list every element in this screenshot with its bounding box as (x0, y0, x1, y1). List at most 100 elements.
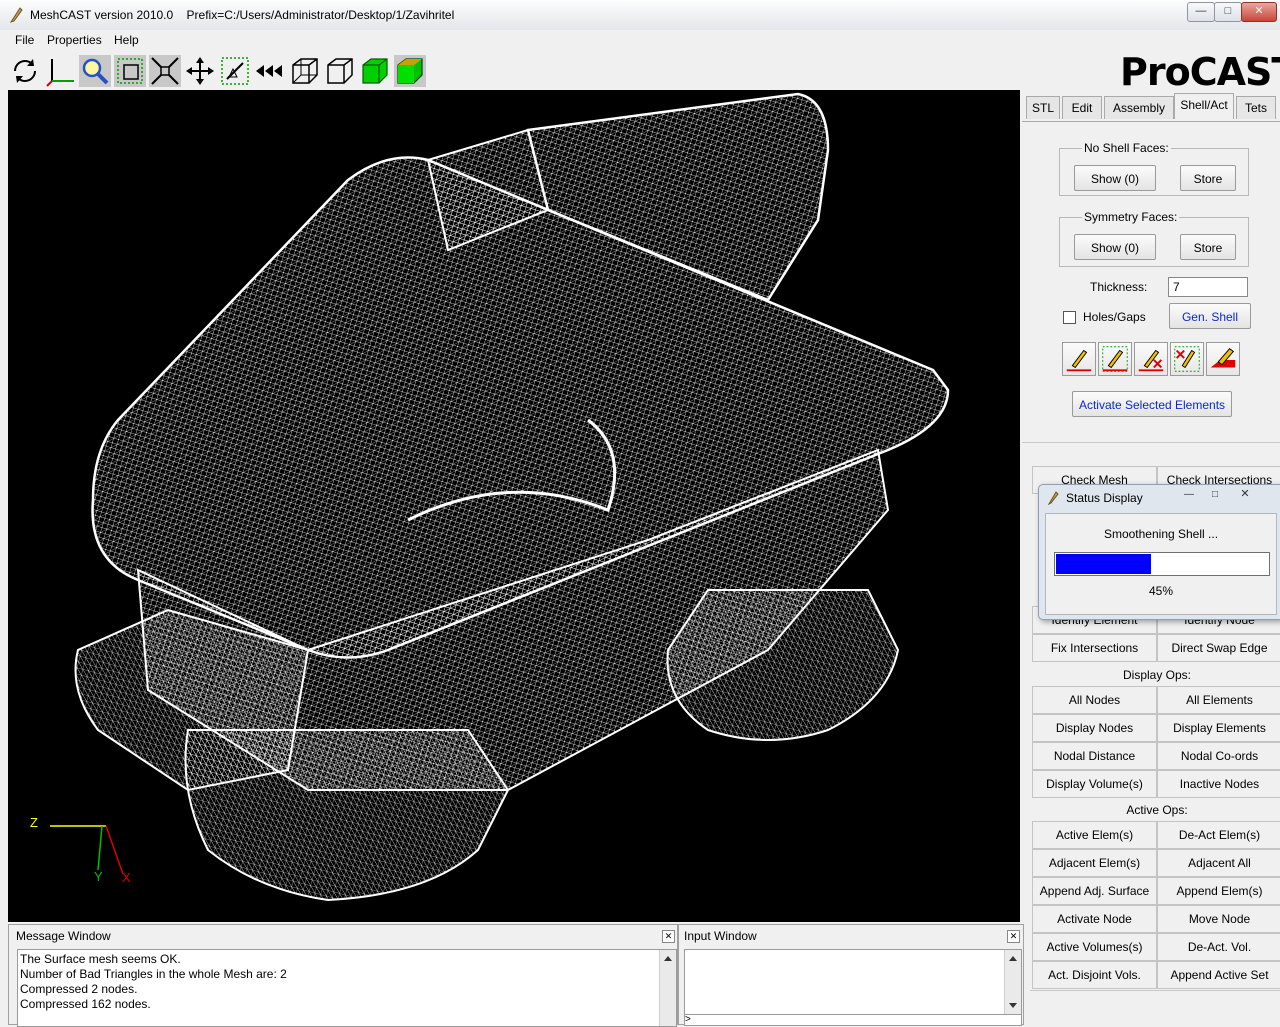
menu-help[interactable]: Help (114, 33, 139, 47)
title-bar: MeshCAST version 2010.0 Prefix=C:/Users/… (0, 0, 1280, 31)
tab-assembly[interactable]: Assembly (1104, 96, 1174, 119)
activate-node-button[interactable]: Activate Node (1032, 905, 1157, 933)
3d-viewport[interactable]: Z Y X (8, 90, 1020, 922)
thickness-input[interactable]: 7 (1168, 277, 1248, 297)
deact-vol-button[interactable]: De-Act. Vol. (1157, 933, 1280, 961)
message-log: The Surface mesh seems OK. Number of Bad… (17, 949, 677, 1027)
pan-icon[interactable] (184, 55, 216, 87)
hidden-box-icon[interactable] (324, 55, 356, 87)
scroll-up-icon[interactable] (1008, 954, 1018, 962)
holes-gaps-label: Holes/Gaps (1083, 310, 1146, 324)
nodal-distance-button[interactable]: Nodal Distance (1032, 742, 1157, 770)
activate-selected-elements-button[interactable]: Activate Selected Elements (1072, 391, 1232, 417)
status-close-button[interactable]: ✕ (1231, 487, 1259, 502)
append-adj-surface-button[interactable]: Append Adj. Surface (1032, 877, 1157, 905)
toolbar (0, 52, 1280, 90)
pencil-fill-icon[interactable] (1206, 342, 1240, 376)
scroll-up-icon[interactable] (663, 954, 673, 962)
symmetry-store-button[interactable]: Store (1180, 234, 1236, 260)
pencil-icon[interactable] (1062, 342, 1096, 376)
input-window: Input Window ✕ > (678, 924, 1024, 1026)
symmetry-show-button[interactable]: Show (0) (1074, 234, 1156, 260)
input-window-close-button[interactable]: ✕ (1007, 930, 1020, 943)
fit-icon[interactable] (149, 55, 181, 87)
message-line: Compressed 2 nodes. (20, 982, 138, 996)
adjacent-all-button[interactable]: Adjacent All (1157, 849, 1280, 877)
tab-stl[interactable]: STL (1026, 96, 1060, 119)
inactive-nodes-button[interactable]: Inactive Nodes (1157, 770, 1280, 798)
append-elems-button[interactable]: Append Elem(s) (1157, 877, 1280, 905)
tab-tets[interactable]: Tets (1236, 96, 1276, 119)
shaded-box-icon[interactable] (394, 55, 426, 87)
active-ops-heading: Active Ops: (1126, 803, 1188, 817)
procast-logo: ProCAST (1120, 50, 1280, 94)
zoom-icon[interactable] (79, 55, 111, 87)
status-message: Smoothening Shell ... (1103, 527, 1219, 541)
minimize-button[interactable]: — (1187, 2, 1215, 22)
message-line: Compressed 162 nodes. (20, 997, 151, 1011)
move-node-button[interactable]: Move Node (1157, 905, 1280, 933)
gen-shell-button[interactable]: Gen. Shell (1169, 303, 1251, 329)
display-volumes-button[interactable]: Display Volume(s) (1032, 770, 1157, 798)
solid-box-icon[interactable] (359, 55, 391, 87)
direct-swap-edge-button[interactable]: Direct Swap Edge (1157, 634, 1280, 662)
status-minimize-button[interactable]: — (1179, 488, 1199, 502)
pencil-box-icon[interactable] (1098, 342, 1132, 376)
axes-icon[interactable] (44, 55, 76, 87)
input-scrollbar[interactable] (1004, 950, 1021, 1014)
axis-x-label: X (122, 870, 131, 885)
status-display-title: Status Display (1066, 491, 1143, 505)
holes-gaps-checkbox[interactable] (1063, 311, 1076, 324)
progress-bar (1054, 552, 1270, 576)
command-input[interactable]: > (684, 1014, 1022, 1026)
tab-divider (1022, 121, 1280, 122)
thickness-label: Thickness: (1090, 280, 1148, 294)
pencil-erase-box-icon[interactable] (1170, 342, 1204, 376)
message-lines: The Surface mesh seems OK. Number of Bad… (20, 952, 287, 1012)
rotate-icon[interactable] (9, 55, 41, 87)
status-maximize-button[interactable]: □ (1205, 488, 1225, 502)
rewind-icon[interactable] (254, 55, 286, 87)
nodal-coords-button[interactable]: Nodal Co-ords (1157, 742, 1280, 770)
message-scrollbar[interactable] (659, 950, 676, 1026)
panel-bottom-divider (1030, 990, 1280, 991)
display-elements-button[interactable]: Display Elements (1157, 714, 1280, 742)
fix-intersections-button[interactable]: Fix Intersections (1032, 634, 1157, 662)
tab-edit[interactable]: Edit (1062, 96, 1102, 119)
deact-elems-button[interactable]: De-Act Elem(s) (1157, 821, 1280, 849)
close-button[interactable]: ✕ (1241, 2, 1277, 22)
input-window-title: Input Window (684, 929, 757, 943)
wire-box-icon[interactable] (289, 55, 321, 87)
zoom-box-icon[interactable] (114, 55, 146, 87)
message-line: The Surface mesh seems OK. (20, 952, 181, 966)
active-elems-button[interactable]: Active Elem(s) (1032, 821, 1157, 849)
display-ops-heading: Display Ops: (1122, 668, 1192, 682)
no-shell-faces-group: No Shell Faces: Show (0) Store (1059, 141, 1249, 196)
pencil-erase-icon[interactable] (1134, 342, 1168, 376)
all-elements-button[interactable]: All Elements (1157, 686, 1280, 714)
input-history[interactable] (684, 949, 1022, 1015)
no-shell-show-button[interactable]: Show (0) (1074, 165, 1156, 191)
menu-file[interactable]: File (15, 33, 34, 47)
display-nodes-button[interactable]: Display Nodes (1032, 714, 1157, 742)
maximize-button[interactable]: □ (1214, 2, 1242, 22)
act-disjoint-vols-button[interactable]: Act. Disjoint Vols. (1032, 961, 1157, 989)
status-display-dialog[interactable]: Status Display — □ ✕ Smoothening Shell .… (1038, 484, 1280, 620)
tab-shell-act[interactable]: Shell/Act (1174, 93, 1234, 119)
app-feather-icon (9, 7, 23, 23)
append-active-set-button[interactable]: Append Active Set (1157, 961, 1280, 989)
all-nodes-button[interactable]: All Nodes (1032, 686, 1157, 714)
menu-properties[interactable]: Properties (47, 33, 102, 47)
window-title: MeshCAST version 2010.0 Prefix=C:/Users/… (30, 8, 455, 22)
active-volumes-button[interactable]: Active Volumes(s) (1032, 933, 1157, 961)
adjacent-elems-button[interactable]: Adjacent Elem(s) (1032, 849, 1157, 877)
message-window-close-button[interactable]: ✕ (662, 930, 675, 943)
menu-bar: File Properties Help (0, 30, 1280, 52)
no-shell-faces-label: No Shell Faces: (1082, 141, 1171, 155)
message-window-title: Message Window (16, 929, 111, 943)
select-icon[interactable] (219, 55, 251, 87)
axis-z-label: Z (30, 815, 38, 830)
message-line: Number of Bad Triangles in the whole Mes… (20, 967, 287, 981)
no-shell-store-button[interactable]: Store (1180, 165, 1236, 191)
scroll-down-icon[interactable] (1008, 1002, 1018, 1010)
